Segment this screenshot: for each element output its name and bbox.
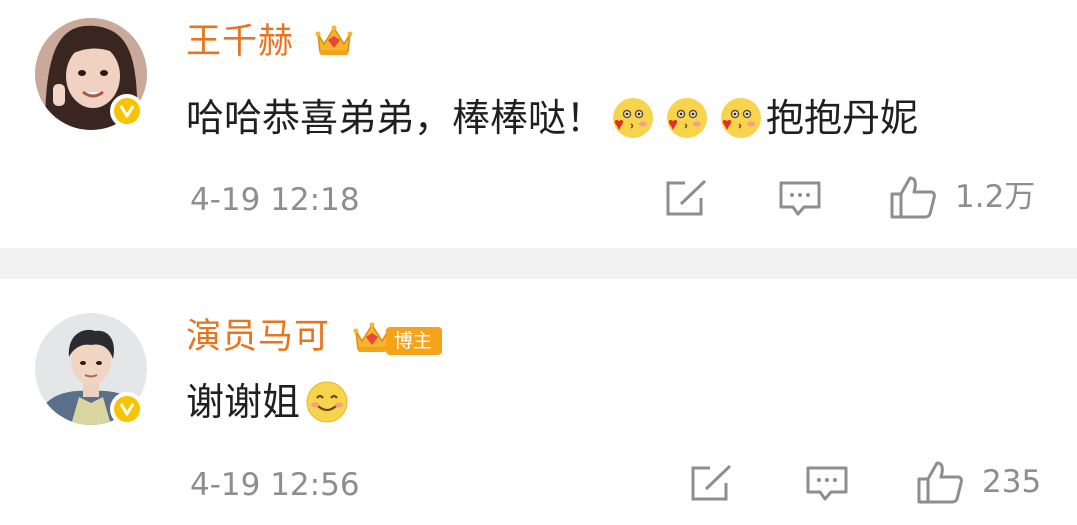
username[interactable]: 王千赫	[186, 22, 294, 62]
vip-crown-icon	[314, 22, 354, 58]
author-tag: 博主	[386, 327, 443, 355]
comment-icon	[779, 181, 821, 216]
kiss-emoji	[715, 94, 763, 142]
repost-icon	[666, 179, 707, 216]
repost-icon	[691, 464, 732, 501]
thumbs-up-icon	[890, 176, 936, 219]
kiss-emoji	[661, 94, 709, 142]
username[interactable]: 演员马可	[186, 317, 330, 357]
comment-item: 演员马可 博主 谢谢姐 4-19 12:56 235	[0, 279, 1077, 525]
like-button[interactable]: 235	[916, 459, 1041, 505]
comment-icon	[806, 466, 848, 501]
comment-text-main: 哈哈恭喜弟弟，棒棒哒！	[186, 96, 605, 140]
like-count: 235	[982, 464, 1042, 500]
reply-button[interactable]	[778, 180, 822, 218]
comment-text-main: 谢谢姐	[186, 380, 301, 424]
repost-button[interactable]	[690, 463, 734, 503]
comment-text: 谢谢姐	[186, 378, 354, 426]
timestamp: 4-19 12:18	[190, 182, 360, 218]
smile-emoji	[303, 378, 351, 426]
like-button[interactable]: 1.2万	[889, 174, 1035, 220]
kiss-emoji	[607, 94, 655, 142]
comment-text: 哈哈恭喜弟弟，棒棒哒！ 抱抱丹妮	[186, 94, 918, 142]
timestamp: 4-19 12:56	[190, 467, 360, 503]
verified-badge-icon	[110, 392, 144, 426]
thumbs-up-icon	[917, 461, 963, 504]
like-count: 1.2万	[955, 179, 1036, 215]
comment-item: 王千赫 哈哈恭喜弟弟，棒棒哒！ 抱抱丹妮 4-19 12:18 1.2万	[0, 0, 1077, 248]
verified-badge-icon	[110, 94, 144, 128]
comment-divider	[0, 248, 1077, 279]
repost-button[interactable]	[665, 178, 709, 218]
comment-text-tail: 抱抱丹妮	[766, 96, 919, 140]
reply-button[interactable]	[805, 465, 849, 503]
